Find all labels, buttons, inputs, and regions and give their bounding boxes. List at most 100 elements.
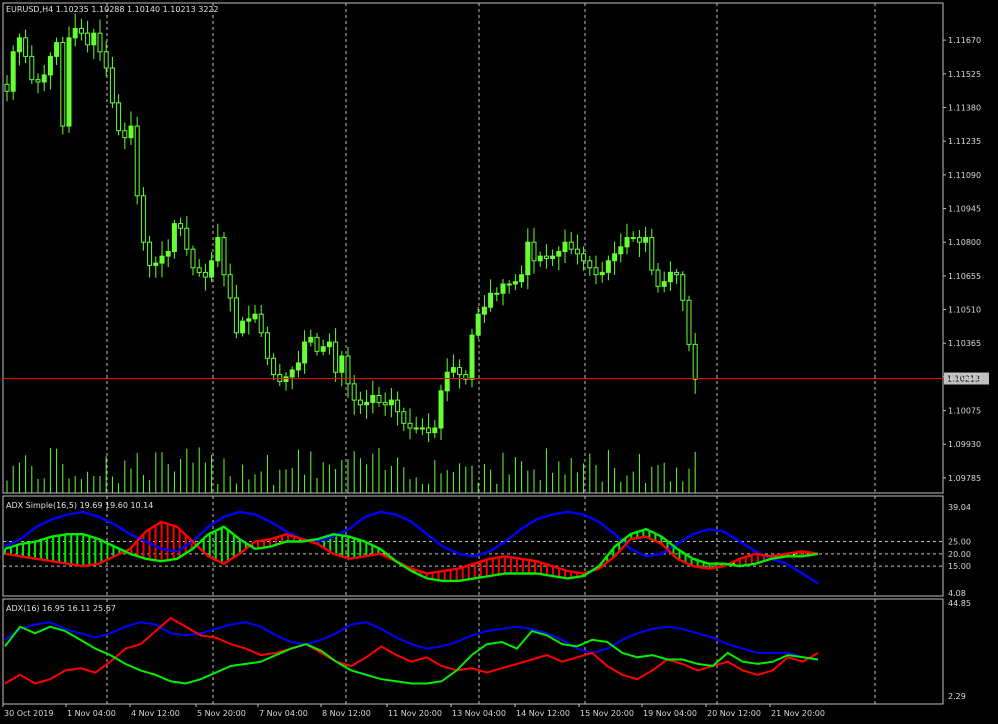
candle-body — [128, 125, 134, 139]
candle-body — [605, 260, 611, 273]
candle-body — [165, 250, 171, 257]
x-axis-label: 8 Nov 12:00 — [322, 709, 371, 718]
y-tick-label: 1.11670 — [948, 36, 981, 45]
candle-body — [667, 271, 673, 283]
candle-body — [351, 383, 357, 401]
candle-body — [581, 253, 587, 262]
adx-simple-title: ADX Simple(16,5) 19.69 19.60 10.14 — [6, 501, 153, 510]
x-axis-label: 15 Nov 20:00 — [580, 709, 634, 718]
adx-title: ADX(16) 16.95 16.11 25.67 — [6, 604, 116, 613]
candle-body — [426, 427, 432, 434]
candle-body — [122, 130, 128, 139]
x-axis-label: 19 Nov 04:00 — [643, 709, 697, 718]
candle-body — [345, 355, 351, 385]
candle-body — [283, 376, 289, 383]
candle-body — [674, 271, 680, 276]
candle-body — [469, 334, 475, 380]
chart-window[interactable]: 1.10213 1.11670 1.11525 1.11380 1.11235 1.110… — [0, 0, 998, 724]
y-tick-label: 1.10075 — [948, 407, 981, 416]
x-axis-label: 13 Nov 04:00 — [452, 709, 506, 718]
x-axis-label: 14 Nov 12:00 — [516, 709, 570, 718]
x-axis-label: 4 Nov 12:00 — [131, 709, 180, 718]
candle-body — [10, 51, 16, 92]
candle-body — [401, 411, 407, 424]
candle-body — [252, 313, 258, 320]
candle-body — [531, 241, 537, 262]
candle-body — [488, 292, 494, 308]
candle-body — [444, 371, 450, 392]
candle-body — [612, 253, 618, 262]
candle-body — [574, 248, 580, 255]
candle-body — [47, 55, 53, 76]
y-tick-label: 1.11525 — [948, 70, 981, 79]
y-tick-label: 1.11090 — [948, 171, 981, 180]
candle-body — [233, 297, 239, 334]
panel-frame-3 — [2, 598, 944, 705]
adx-simple-y-label: 4.08 — [948, 589, 966, 598]
adx-simple-y-label: 25.00 — [948, 538, 971, 547]
candle-body — [109, 67, 115, 104]
candle-body — [655, 269, 661, 287]
candle-body — [339, 355, 345, 373]
adx-adx-line — [4, 621, 819, 661]
adx-simple-y-label: 15.00 — [948, 562, 971, 571]
candle-body — [35, 79, 41, 83]
candle-body — [264, 332, 270, 359]
candle-body — [475, 313, 481, 336]
candle-body — [178, 223, 184, 229]
candle-body — [525, 241, 531, 276]
x-axis-label: 1 Nov 04:00 — [67, 709, 116, 718]
y-tick-label: 1.11380 — [948, 104, 981, 113]
candle-body — [29, 55, 35, 81]
candle-body — [537, 255, 543, 262]
candle-body — [550, 255, 556, 259]
candle-body — [661, 281, 667, 287]
adx-y-label-top: 44.85 — [948, 599, 971, 608]
candle-body — [481, 306, 487, 315]
candle-body — [103, 51, 109, 69]
candle-body — [376, 394, 382, 403]
y-tick-label: 1.10510 — [948, 306, 981, 315]
panel-frame-1 — [2, 2, 944, 494]
adx-simple-adx-line — [4, 510, 819, 585]
candle-body — [593, 267, 599, 276]
candle-body — [587, 260, 593, 269]
candle-body — [680, 274, 686, 301]
candle-body — [624, 237, 630, 248]
candle-body — [543, 255, 549, 259]
y-tick-label: 1.10800 — [948, 238, 981, 247]
candle-body — [153, 262, 159, 266]
candle-body — [240, 320, 246, 334]
candle-body — [494, 292, 500, 295]
candle-body — [320, 346, 326, 352]
candle-body — [357, 399, 363, 406]
candle-body — [630, 237, 636, 240]
candle-body — [215, 237, 221, 262]
candle-body — [419, 427, 425, 430]
candle-body — [438, 390, 444, 429]
adx-plus_di-line — [4, 616, 819, 685]
adx-simple-y-label: 20.00 — [948, 550, 971, 559]
candle-body — [326, 341, 332, 348]
candle-body — [4, 83, 10, 92]
candle-body — [72, 28, 78, 39]
candle-body — [54, 41, 60, 57]
adx-y-label-bottom: 2.29 — [948, 692, 966, 701]
candle-body — [41, 74, 47, 83]
candle-body — [227, 274, 233, 299]
y-tick-label: 1.09930 — [948, 440, 981, 449]
candle-body — [314, 336, 320, 352]
adx-simple-y-label: 39.04 — [948, 503, 971, 512]
candle-body — [407, 422, 413, 429]
candle-body — [289, 369, 295, 378]
candle-body — [413, 427, 419, 430]
candle-body — [457, 367, 463, 376]
chart-canvas[interactable]: 1.102131.116701.115251.113801.112351.110… — [0, 0, 998, 724]
candle-body — [370, 394, 376, 403]
candle-body — [78, 28, 84, 34]
candle-body — [692, 343, 698, 380]
candle-body — [16, 37, 22, 53]
candle-body — [134, 125, 140, 197]
candle-body — [599, 271, 605, 276]
candle-body — [395, 399, 401, 413]
